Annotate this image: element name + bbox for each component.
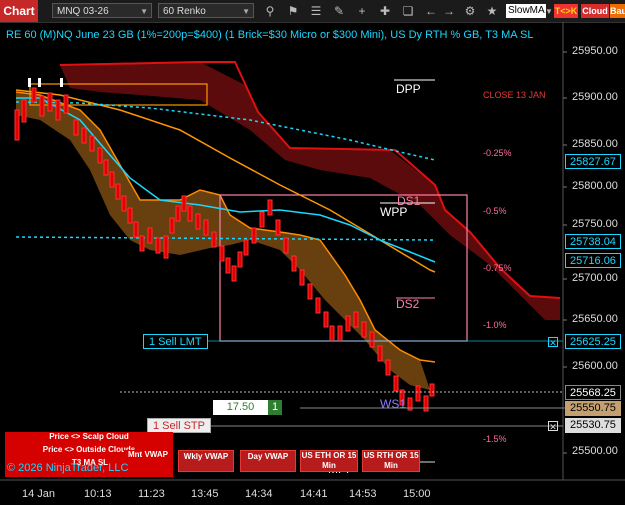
last-price-tag: 25568.25 (565, 385, 621, 400)
sell-stp-price-tag: 25530.75 (565, 418, 621, 433)
pct-075-label: -0.75% (483, 263, 512, 273)
price-tick: 25800.00 (572, 180, 618, 192)
ma2-price-tag: 25738.04 (565, 234, 621, 249)
cancel-sell-stp-icon[interactable]: ✕ (548, 421, 558, 432)
time-tick: 11:23 (138, 488, 165, 500)
signal-markers (28, 78, 63, 87)
cloud-toggle-button[interactable]: Cloud (581, 4, 609, 18)
pct-025-label: -0.25% (483, 148, 512, 158)
ma1-price-tag: 25827.67 (565, 154, 621, 169)
time-tick: 15:00 (403, 488, 431, 500)
cancel-sell-lmt-icon[interactable]: ✕ (548, 337, 558, 348)
tk-toggle-button[interactable]: T<>K (554, 4, 578, 18)
chart-title: RE 60 (M)NQ June 23 GB (1%=200p=$400) (1… (6, 29, 534, 41)
time-tick: 14:41 (300, 488, 328, 500)
price-tick: 25650.00 (572, 313, 618, 325)
chart-tab[interactable]: Chart (0, 0, 38, 22)
arrow-left-icon[interactable]: ← (423, 3, 439, 19)
pivot-zone-box (219, 194, 468, 342)
crosshair-icon[interactable]: ✚ (377, 3, 393, 19)
price-tick: 25950.00 (572, 45, 618, 57)
ds2-label: DS2 (396, 297, 420, 311)
wkly-vwap-button[interactable]: Wkly VWAP (178, 450, 234, 472)
copy-icon[interactable]: ❏ (400, 3, 416, 19)
time-tick: 10:13 (84, 488, 112, 500)
mnt-vwap-button[interactable]: Mnt VWAP (124, 450, 172, 462)
plus-icon[interactable]: + (354, 3, 370, 19)
time-tick: 14:34 (245, 488, 273, 500)
dpp-label: DPP (396, 82, 421, 96)
ma3-price-tag: 25716.06 (565, 253, 621, 268)
price-tick: 25500.00 (572, 445, 618, 457)
bar-type-select[interactable]: 60 Renko ▼ (158, 3, 254, 18)
chevron-down-icon: ▼ (242, 7, 250, 16)
bar-type-label: 60 Renko (163, 6, 206, 17)
sell-lmt-order[interactable]: 1 Sell LMT (143, 334, 208, 349)
sell-stp-order[interactable]: 1 Sell STP (147, 418, 211, 433)
time-tick: 13:45 (191, 488, 219, 500)
chevron-down-icon[interactable]: ▼ (545, 4, 553, 20)
price-tick: 25750.00 (572, 218, 618, 230)
arrow-right-icon[interactable]: → (441, 3, 457, 19)
ws1-label: WS1 (380, 397, 407, 411)
toolbar: Chart MNQ 03-26 ▼ 60 Renko ▼ ⚲ ⚑ ☰ ✎ + ✚… (0, 0, 625, 23)
bars-icon[interactable]: ☰ (308, 3, 324, 19)
position-pnl[interactable]: 17.50 (213, 400, 268, 415)
sell-lmt-price-tag: 25625.25 (565, 334, 621, 349)
instrument-label: MNQ 03-26 (57, 6, 109, 17)
close-13-jan-label: CLOSE 13 JAN (483, 90, 546, 100)
scalp-cloud (16, 92, 430, 390)
price-tick: 25700.00 (572, 272, 618, 284)
current-price-tag: 25550.75 (565, 401, 621, 416)
pct-15-label: -1.5% (483, 434, 507, 444)
us-eth-or-button[interactable]: US ETH OR 15 Min (300, 450, 358, 472)
flag-icon[interactable]: ⚑ (285, 3, 301, 19)
search-icon[interactable]: ⚲ (262, 3, 278, 19)
day-vwap-button[interactable]: Day VWAP (240, 450, 296, 472)
us-rth-or-button[interactable]: US RTH OR 15 Min (362, 450, 420, 472)
chevron-down-icon: ▼ (140, 7, 148, 16)
position-qty[interactable]: 1 (268, 400, 282, 415)
bau-toggle-button[interactable]: Bau (610, 4, 625, 18)
pct-05-label: -0.5% (483, 206, 507, 216)
pencil-icon[interactable]: ✎ (331, 3, 347, 19)
wpp-label: WPP (380, 205, 408, 219)
properties-icon[interactable]: ⚙ (462, 3, 478, 19)
time-tick: 14:53 (349, 488, 377, 500)
copyright: © 2026 NinjaTrader, LLC (7, 462, 129, 474)
price-tick: 25850.00 (572, 138, 618, 150)
instrument-select[interactable]: MNQ 03-26 ▼ (52, 3, 152, 18)
price-tick: 25600.00 (572, 360, 618, 372)
scalp-cloud-button[interactable]: Price <> Scalp Cloud (5, 432, 173, 444)
time-tick: 14 Jan (22, 488, 56, 500)
pct-10-label: -1.0% (483, 320, 507, 330)
ma-select[interactable]: SlowMA (506, 4, 546, 18)
price-tick: 25900.00 (572, 91, 618, 103)
magic-icon[interactable]: ★ (484, 3, 500, 19)
